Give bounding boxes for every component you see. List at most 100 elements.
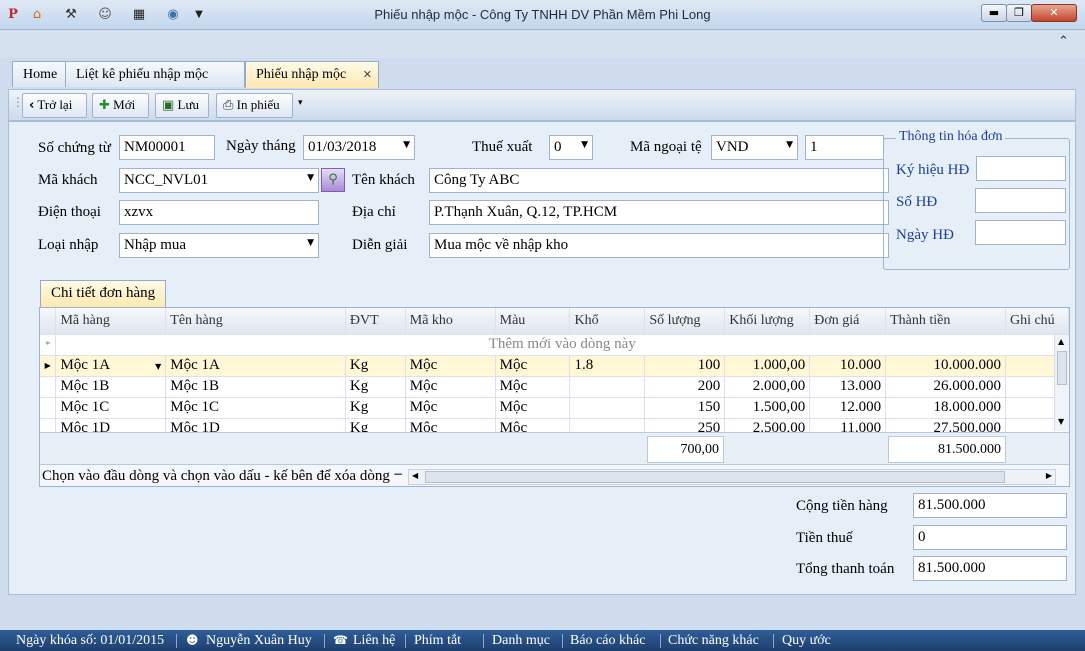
scroll-right-icon[interactable]: ▶: [1046, 471, 1052, 480]
column-header[interactable]: Đơn giá: [809, 308, 887, 335]
grid-horizontal-scrollbar[interactable]: ◀ ▶: [408, 469, 1056, 485]
grid-vertical-scrollbar[interactable]: ▲ ▼: [1054, 335, 1069, 431]
conventions-menu[interactable]: Quy ước: [782, 633, 831, 649]
column-header[interactable]: Tên hàng: [165, 308, 346, 335]
cell-don-gia[interactable]: 10.000: [809, 355, 887, 377]
cell-thanh-tien[interactable]: 26.000.000: [885, 376, 1006, 398]
ngay-hd-input[interactable]: [975, 220, 1066, 245]
collapse-minus-button[interactable]: −: [390, 467, 406, 481]
new-button[interactable]: ✚ Mới: [92, 93, 149, 118]
catalog-menu[interactable]: Danh mục: [492, 633, 550, 649]
cell-ma-kho[interactable]: Mộc: [405, 397, 496, 419]
cell-thanh-tien[interactable]: 10.000.000: [885, 355, 1006, 377]
cell-so-luong[interactable]: 150: [644, 397, 726, 419]
print-button[interactable]: ⎙ In phiếu: [216, 93, 293, 118]
row-indicator[interactable]: [40, 376, 57, 398]
scroll-thumb[interactable]: [1057, 351, 1067, 385]
close-button[interactable]: ✕: [1031, 4, 1077, 22]
maximize-button[interactable]: ❐: [1006, 4, 1032, 22]
table-row[interactable]: Mộc 1B Mộc 1B Kg Mộc Mộc 200 2.000,00 13…: [40, 376, 1069, 398]
cell-ma-hang[interactable]: Mộc 1C: [55, 397, 167, 419]
thue-xuat-select[interactable]: 0 ▼: [549, 135, 593, 160]
column-header[interactable]: Mã kho: [405, 308, 496, 335]
dropdown-arrow-icon[interactable]: ▼: [403, 140, 410, 150]
cell-thanh-tien[interactable]: 18.000.000: [885, 397, 1006, 419]
dien-giai-input[interactable]: Mua mộc về nhập kho: [429, 233, 889, 258]
shortcuts-menu[interactable]: Phím tắt: [414, 633, 461, 649]
other-reports-menu[interactable]: Báo cáo khác: [570, 633, 645, 649]
cell-so-luong[interactable]: 100: [644, 355, 726, 377]
cell-kho[interactable]: [569, 376, 646, 398]
so-hd-input[interactable]: [975, 188, 1066, 213]
dien-thoai-input[interactable]: xzvx: [119, 200, 319, 225]
cell-so-luong[interactable]: 200: [644, 376, 726, 398]
cell-khoi-luong[interactable]: 1.000,00: [724, 355, 811, 377]
scroll-left-icon[interactable]: ◀: [412, 471, 418, 480]
cell-kho[interactable]: [569, 397, 646, 419]
ma-khach-select[interactable]: NCC_NVL01 ▼: [119, 168, 319, 193]
column-header[interactable]: Màu: [495, 308, 571, 335]
table-row[interactable]: ▶ Mộc 1A ▼ Mộc 1A Kg Mộc Mộc 1.8 100 1.00…: [40, 355, 1069, 377]
cell-ma-hang[interactable]: Mộc 1A ▼: [55, 355, 167, 377]
dropdown-arrow-icon[interactable]: ▼: [786, 140, 793, 150]
ma-ngoai-te-select[interactable]: VND ▼: [711, 135, 798, 160]
table-row[interactable]: Mộc 1C Mộc 1C Kg Mộc Mộc 150 1.500,00 12…: [40, 397, 1069, 419]
contact-link[interactable]: Liên hệ: [353, 633, 395, 649]
dropdown-arrow-icon[interactable]: ▼: [155, 362, 161, 371]
minimize-button[interactable]: ▬: [981, 4, 1007, 22]
new-row[interactable]: * Thêm mới vào dòng này: [40, 334, 1069, 356]
ky-hieu-hd-input[interactable]: [976, 156, 1066, 181]
column-header[interactable]: Số lượng: [644, 308, 726, 335]
tab-close-icon[interactable]: ✕: [363, 68, 372, 81]
scroll-down-icon[interactable]: ▼: [1058, 417, 1064, 426]
cell-ma-hang[interactable]: Mộc 1B: [55, 376, 167, 398]
so-chung-tu-input[interactable]: NM00001: [119, 135, 215, 160]
tab-home[interactable]: Home: [12, 61, 66, 87]
column-header[interactable]: Khổ: [569, 308, 646, 335]
scroll-thumb[interactable]: [425, 471, 1005, 483]
toolbar-overflow-icon[interactable]: ▾: [298, 98, 303, 108]
cell-mau[interactable]: Mộc: [495, 376, 571, 398]
cell-ten-hang[interactable]: Mộc 1B: [165, 376, 346, 398]
ty-gia-input[interactable]: 1: [805, 135, 884, 160]
cell-mau[interactable]: Mộc: [495, 355, 571, 377]
new-row-prompt[interactable]: Thêm mới vào dòng này: [55, 334, 1069, 356]
dropdown-arrow-icon[interactable]: ▼: [307, 173, 314, 183]
cell-khoi-luong[interactable]: 2.000,00: [724, 376, 811, 398]
save-button[interactable]: ▣ Lưu: [155, 93, 209, 118]
cell-dvt[interactable]: Kg: [345, 376, 406, 398]
ribbon-expand-icon[interactable]: ⌃: [1058, 34, 1069, 49]
loai-nhap-select[interactable]: Nhập mua ▼: [119, 233, 319, 258]
column-header[interactable]: Ghi chú: [1005, 308, 1069, 335]
cell-dvt[interactable]: Kg: [345, 355, 406, 377]
cell-ten-hang[interactable]: Mộc 1A: [165, 355, 346, 377]
scroll-up-icon[interactable]: ▲: [1058, 337, 1064, 346]
column-header[interactable]: ĐVT: [345, 308, 406, 335]
column-header[interactable]: Thành tiền: [885, 308, 1006, 335]
cell-mau[interactable]: Mộc: [495, 397, 571, 419]
dropdown-arrow-icon[interactable]: ▼: [581, 140, 588, 150]
status-separator: [176, 634, 177, 648]
search-customer-icon[interactable]: ⚲: [321, 168, 345, 192]
current-user[interactable]: Nguyễn Xuân Huy: [206, 633, 312, 649]
cell-ten-hang[interactable]: Mộc 1C: [165, 397, 346, 419]
other-functions-menu[interactable]: Chức năng khác: [668, 633, 759, 649]
cell-kho[interactable]: 1.8: [569, 355, 646, 377]
ten-khach-input[interactable]: Công Ty ABC: [429, 168, 889, 193]
dia-chi-input[interactable]: P.Thạnh Xuân, Q.12, TP.HCM: [429, 200, 889, 225]
tab-liet-ke-phieu-nhap-moc[interactable]: Liệt kê phiếu nhập mộc: [65, 61, 245, 87]
cell-ma-kho[interactable]: Mộc: [405, 376, 496, 398]
row-indicator[interactable]: [40, 397, 57, 419]
cell-khoi-luong[interactable]: 1.500,00: [724, 397, 811, 419]
cell-ma-kho[interactable]: Mộc: [405, 355, 496, 377]
column-header[interactable]: Mã hàng: [55, 308, 167, 335]
tab-phieu-nhap-moc[interactable]: Phiếu nhập mộc ✕: [245, 61, 379, 88]
column-header[interactable]: Khối lượng: [724, 308, 811, 335]
tab-chi-tiet-don-hang[interactable]: Chi tiết đơn hàng: [40, 280, 167, 307]
cell-dvt[interactable]: Kg: [345, 397, 406, 419]
ngay-thang-date-picker[interactable]: 01/03/2018 ▼: [303, 135, 415, 160]
cell-don-gia[interactable]: 12.000: [809, 397, 887, 419]
cell-don-gia[interactable]: 13.000: [809, 376, 887, 398]
back-button[interactable]: ‹ Trở lại: [22, 93, 87, 118]
dropdown-arrow-icon[interactable]: ▼: [307, 238, 314, 248]
